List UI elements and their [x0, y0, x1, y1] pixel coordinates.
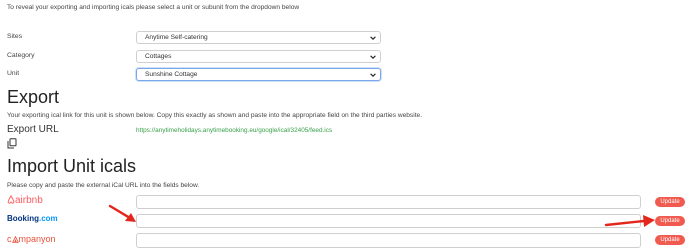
export-description: Your exporting ical link for this unit i… — [7, 112, 423, 119]
airbnb-icon — [7, 194, 15, 204]
airbnb-logo-text: airbnb — [15, 195, 43, 206]
booking-logo: Booking.com — [7, 214, 58, 223]
category-label: Category — [7, 52, 35, 59]
intro-text: To reveal your exporting and importing i… — [7, 4, 300, 11]
chevron-down-icon — [370, 36, 376, 40]
annotation-arrow-right — [604, 215, 655, 227]
category-select-value: Cottages — [145, 53, 172, 60]
chevron-down-icon — [370, 55, 376, 59]
unit-select-value: Sunshine Cottage — [145, 71, 198, 78]
booking-logo-main: Booking — [7, 214, 39, 223]
export-url-label: Export URL — [7, 124, 59, 135]
unit-label: Unit — [7, 70, 20, 77]
export-url-link[interactable]: https://anytimeholidays.anytimebooking.e… — [136, 127, 332, 134]
booking-update-button[interactable]: Update — [655, 216, 685, 226]
campanyon-logo-rest: mpanyon — [18, 234, 56, 244]
import-heading: Import Unit icals — [7, 156, 137, 176]
chevron-down-icon — [370, 73, 376, 77]
export-heading: Export — [7, 87, 60, 107]
airbnb-update-button[interactable]: Update — [655, 197, 685, 207]
booking-logo-suffix: .com — [39, 214, 58, 223]
sites-select-value: Anytime Self-catering — [145, 34, 208, 41]
annotation-arrow-left — [108, 204, 136, 222]
sites-select[interactable]: Anytime Self-catering — [136, 31, 381, 44]
sites-label: Sites — [7, 33, 23, 40]
airbnb-logo: airbnb — [7, 194, 43, 206]
campanyon-logo: c mpanyon — [7, 234, 56, 244]
unit-select[interactable]: Sunshine Cottage — [136, 68, 381, 81]
category-select[interactable]: Cottages — [136, 50, 381, 63]
campanyon-ical-input[interactable] — [136, 233, 641, 248]
booking-ical-input[interactable] — [136, 214, 641, 228]
campanyon-update-button[interactable]: Update — [655, 235, 685, 245]
import-description: Please copy and paste the external iCal … — [7, 182, 200, 189]
copy-icon[interactable] — [7, 138, 17, 149]
tent-icon — [11, 235, 19, 243]
airbnb-ical-input[interactable] — [136, 195, 641, 209]
